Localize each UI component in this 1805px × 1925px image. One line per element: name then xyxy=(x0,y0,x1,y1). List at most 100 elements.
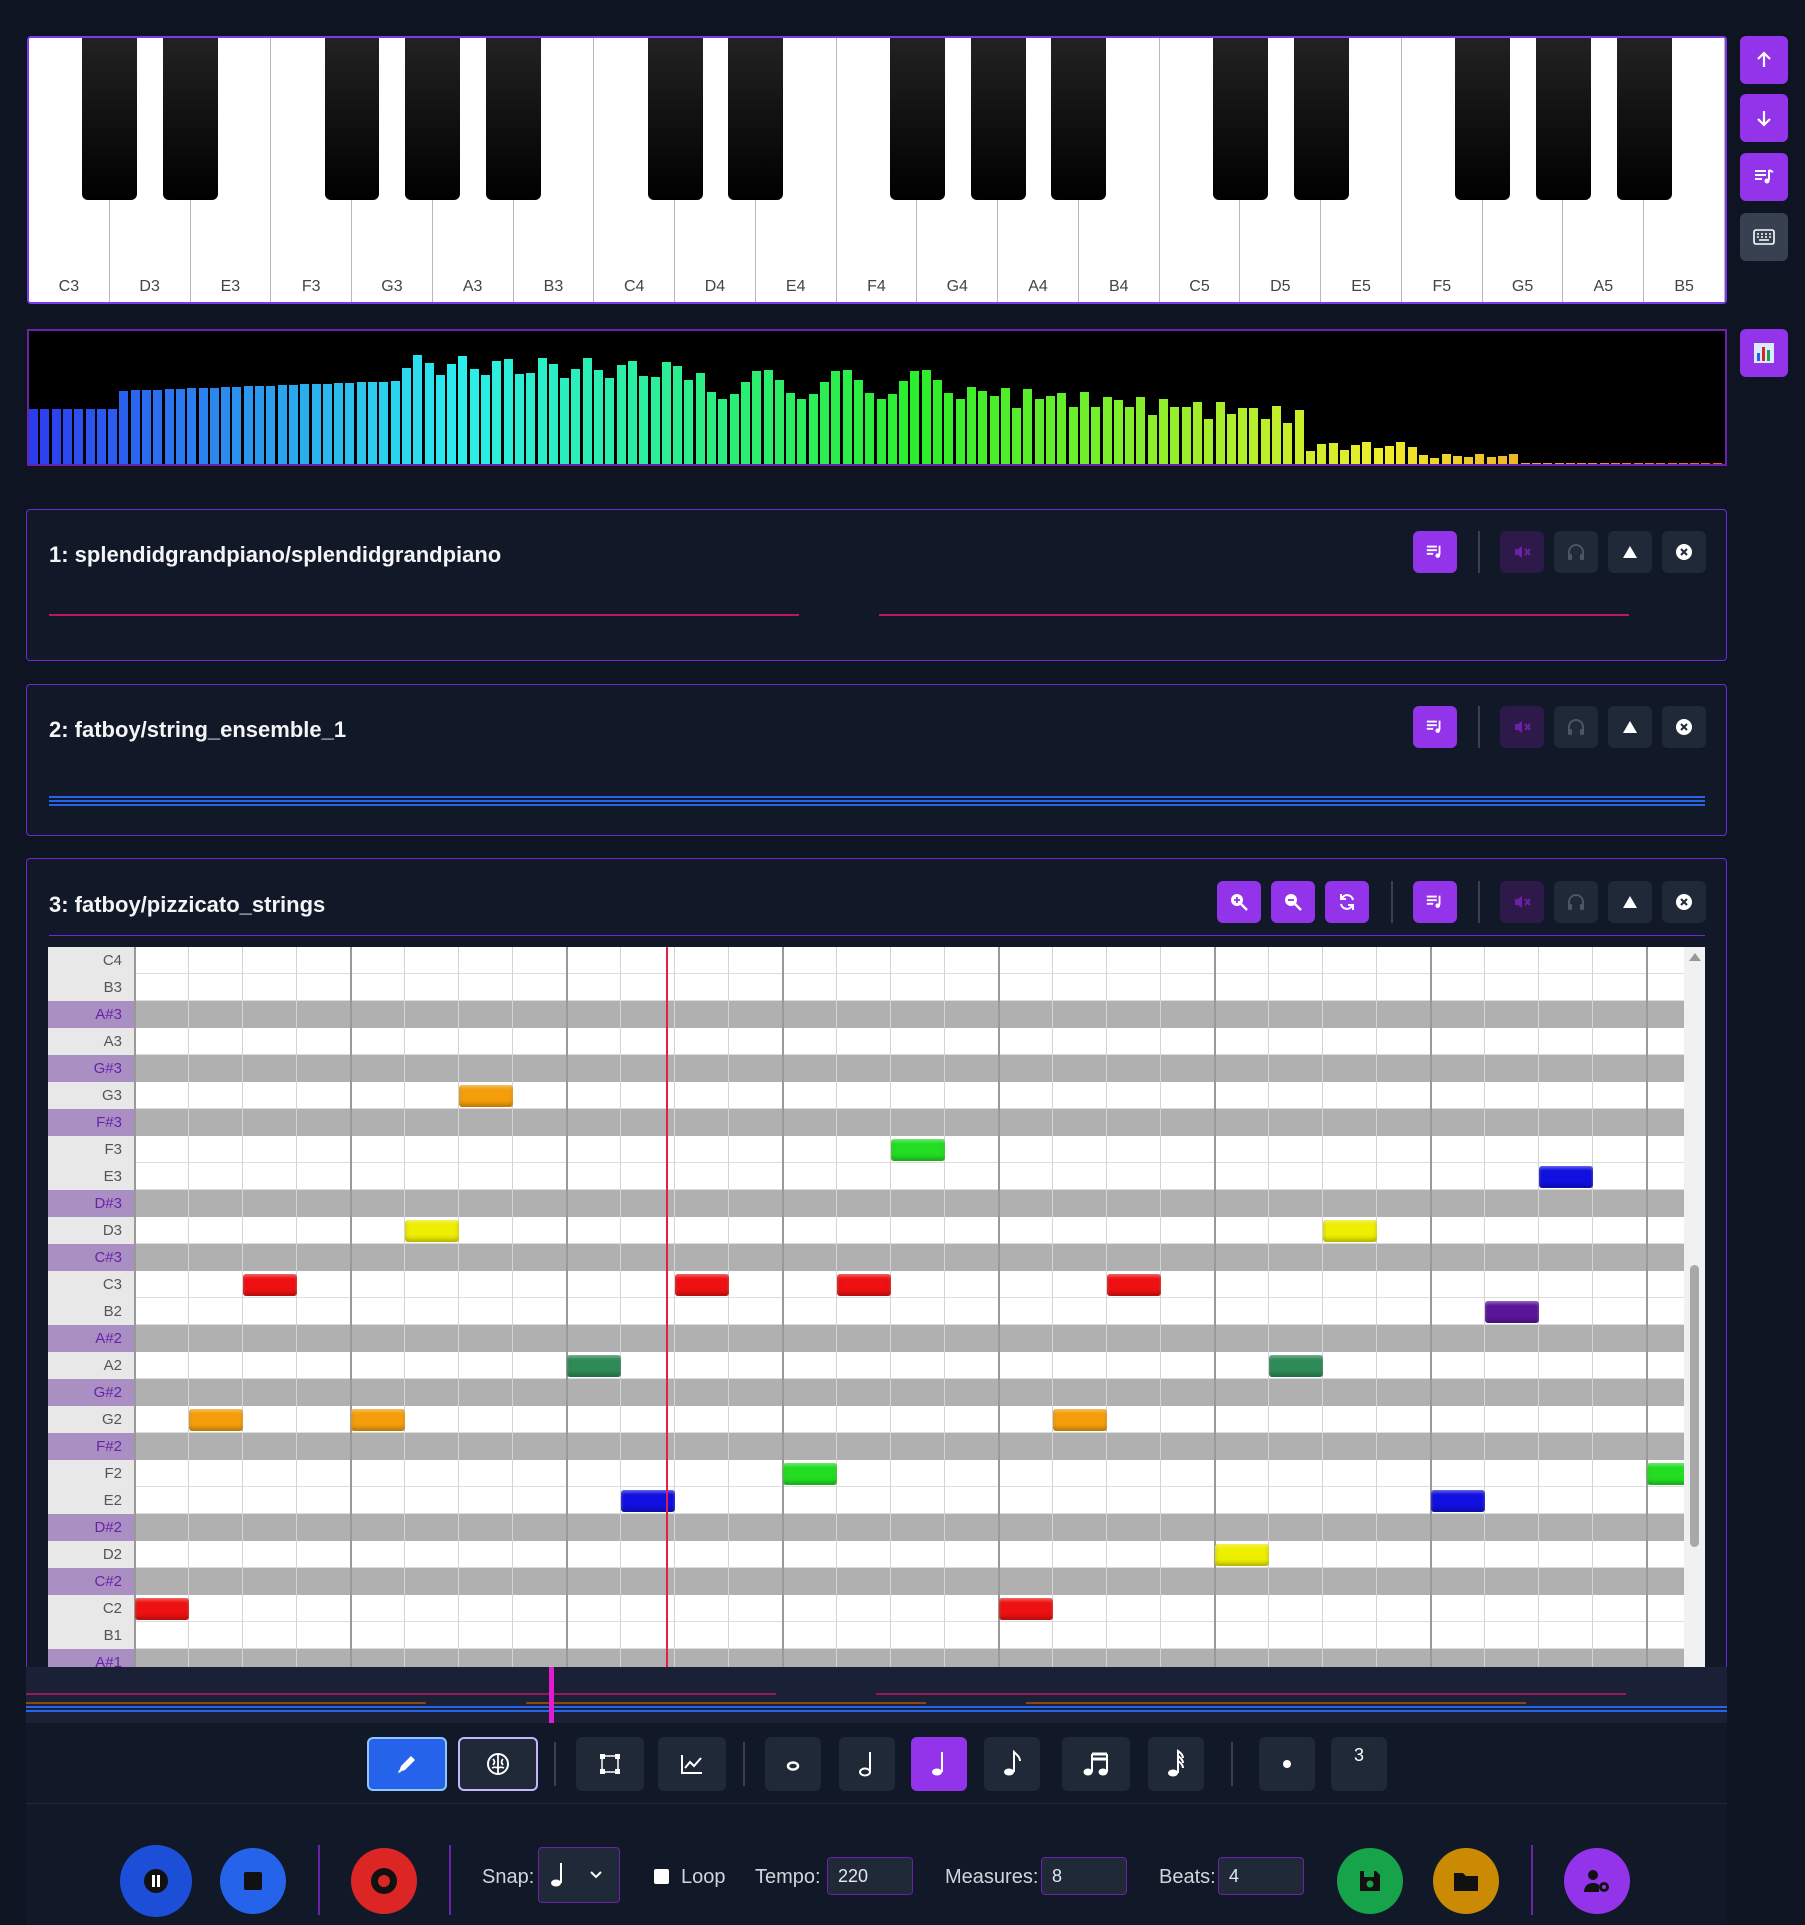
black-key[interactable] xyxy=(1293,38,1349,200)
note-block[interactable] xyxy=(1539,1166,1593,1188)
pitch-row[interactable] xyxy=(48,1163,1684,1190)
note-block[interactable] xyxy=(837,1274,891,1296)
black-key[interactable] xyxy=(1051,38,1107,200)
note-block[interactable] xyxy=(567,1355,621,1377)
zoom-out-button[interactable] xyxy=(1271,881,1315,923)
black-key[interactable] xyxy=(1536,38,1591,200)
user-settings-button[interactable] xyxy=(1564,1848,1630,1914)
note-block[interactable] xyxy=(1485,1301,1539,1323)
pitch-row[interactable] xyxy=(48,1433,1684,1460)
pitch-row[interactable] xyxy=(48,1325,1684,1352)
pitch-row[interactable] xyxy=(48,1649,1684,1667)
visualizer-toggle-button[interactable] xyxy=(1740,329,1788,377)
track-instrument-button[interactable] xyxy=(1413,706,1457,748)
collapse-button[interactable] xyxy=(1608,531,1652,573)
half-note-button[interactable] xyxy=(839,1737,895,1791)
measures-input[interactable]: 8 xyxy=(1041,1857,1127,1895)
note-block[interactable] xyxy=(675,1274,729,1296)
draw-tool-button[interactable] xyxy=(367,1737,447,1791)
piano-keyboard[interactable]: C3 D3 E3 F3 G3 A3 B3 C4 D4 E4 F4 G4 A4 B4 C5 D5 E5 F5 G5 A5… xyxy=(27,36,1727,304)
pitch-row[interactable] xyxy=(48,947,1684,974)
note-block[interactable] xyxy=(351,1409,405,1431)
note-block[interactable] xyxy=(135,1598,189,1620)
tempo-input[interactable]: 220 xyxy=(827,1857,913,1895)
pitch-row[interactable] xyxy=(48,1028,1684,1055)
black-key[interactable] xyxy=(970,38,1026,200)
triplet-button[interactable]: 3 xyxy=(1331,1737,1387,1791)
remove-track-button[interactable] xyxy=(1662,531,1706,573)
solo-button[interactable] xyxy=(1554,881,1598,923)
ai-tool-button[interactable] xyxy=(458,1737,538,1791)
octave-down-button[interactable] xyxy=(1740,94,1788,142)
note-block[interactable] xyxy=(459,1085,513,1107)
remove-track-button[interactable] xyxy=(1662,881,1706,923)
mute-button[interactable] xyxy=(1500,706,1544,748)
black-key[interactable] xyxy=(324,38,380,200)
black-key[interactable] xyxy=(82,38,138,200)
black-key[interactable] xyxy=(728,38,784,200)
select-tool-button[interactable] xyxy=(576,1737,644,1791)
minimap-playhead[interactable] xyxy=(549,1667,554,1723)
note-block[interactable] xyxy=(1215,1544,1269,1566)
vertical-scrollbar[interactable] xyxy=(1684,947,1705,1667)
sixteenth-note-button[interactable] xyxy=(1062,1737,1130,1791)
pitch-row[interactable] xyxy=(48,1136,1684,1163)
loop-checkbox[interactable] xyxy=(654,1869,669,1884)
scroll-up-arrow-icon[interactable] xyxy=(1689,953,1701,961)
pitch-row[interactable] xyxy=(48,1190,1684,1217)
zoom-in-button[interactable] xyxy=(1217,881,1261,923)
save-button[interactable] xyxy=(1337,1848,1403,1914)
remove-track-button[interactable] xyxy=(1662,706,1706,748)
note-block[interactable] xyxy=(783,1463,837,1485)
black-key[interactable] xyxy=(1455,38,1511,200)
note-block[interactable] xyxy=(405,1220,459,1242)
note-block[interactable] xyxy=(1269,1355,1323,1377)
pitch-row[interactable] xyxy=(48,1217,1684,1244)
black-key[interactable] xyxy=(889,38,945,200)
keyboard-toggle-button[interactable] xyxy=(1740,213,1788,261)
note-block[interactable] xyxy=(243,1274,297,1296)
pitch-row[interactable] xyxy=(48,1514,1684,1541)
black-key[interactable] xyxy=(405,38,461,200)
solo-button[interactable] xyxy=(1554,706,1598,748)
velocity-tool-button[interactable] xyxy=(658,1737,726,1791)
pitch-row[interactable] xyxy=(48,1541,1684,1568)
collapse-button[interactable] xyxy=(1608,706,1652,748)
beats-input[interactable]: 4 xyxy=(1218,1857,1304,1895)
pitch-row[interactable] xyxy=(48,1406,1684,1433)
whole-note-button[interactable] xyxy=(765,1737,821,1791)
note-block[interactable] xyxy=(189,1409,243,1431)
pitch-row[interactable] xyxy=(48,1055,1684,1082)
note-block[interactable] xyxy=(1107,1274,1161,1296)
dotted-note-button[interactable] xyxy=(1259,1737,1315,1791)
black-key[interactable] xyxy=(163,38,218,200)
pitch-row[interactable] xyxy=(48,1460,1684,1487)
black-key[interactable] xyxy=(1616,38,1672,200)
black-key[interactable] xyxy=(1212,38,1268,200)
pitch-row[interactable] xyxy=(48,1622,1684,1649)
pitch-row[interactable] xyxy=(48,1352,1684,1379)
add-track-button[interactable] xyxy=(1740,153,1788,201)
pitch-row[interactable] xyxy=(48,1244,1684,1271)
pitch-row[interactable] xyxy=(48,1082,1684,1109)
solo-button[interactable] xyxy=(1554,531,1598,573)
note-block[interactable] xyxy=(1431,1490,1485,1512)
mute-button[interactable] xyxy=(1500,881,1544,923)
pitch-row[interactable] xyxy=(48,1001,1684,1028)
pitch-row[interactable] xyxy=(48,1109,1684,1136)
black-key[interactable] xyxy=(486,38,542,200)
track-instrument-button[interactable] xyxy=(1413,881,1457,923)
note-block[interactable] xyxy=(891,1139,945,1161)
pitch-row[interactable] xyxy=(48,1595,1684,1622)
scrollbar-thumb[interactable] xyxy=(1690,1265,1699,1547)
pitch-row[interactable] xyxy=(48,974,1684,1001)
pitch-row[interactable] xyxy=(48,1379,1684,1406)
pause-button[interactable] xyxy=(120,1845,192,1917)
quarter-note-button[interactable] xyxy=(911,1737,967,1791)
octave-up-button[interactable] xyxy=(1740,36,1788,84)
note-block[interactable] xyxy=(1323,1220,1377,1242)
snap-select[interactable] xyxy=(538,1847,620,1903)
zoom-reset-button[interactable] xyxy=(1325,881,1369,923)
timeline-minimap[interactable] xyxy=(26,1667,1727,1723)
piano-roll-grid[interactable]: C4 B3 A#3 A3 G#3 G3 F#3 F3 E3 D#3 D3 C#3 C3 B2 A#2 A2 G#… xyxy=(48,947,1705,1667)
